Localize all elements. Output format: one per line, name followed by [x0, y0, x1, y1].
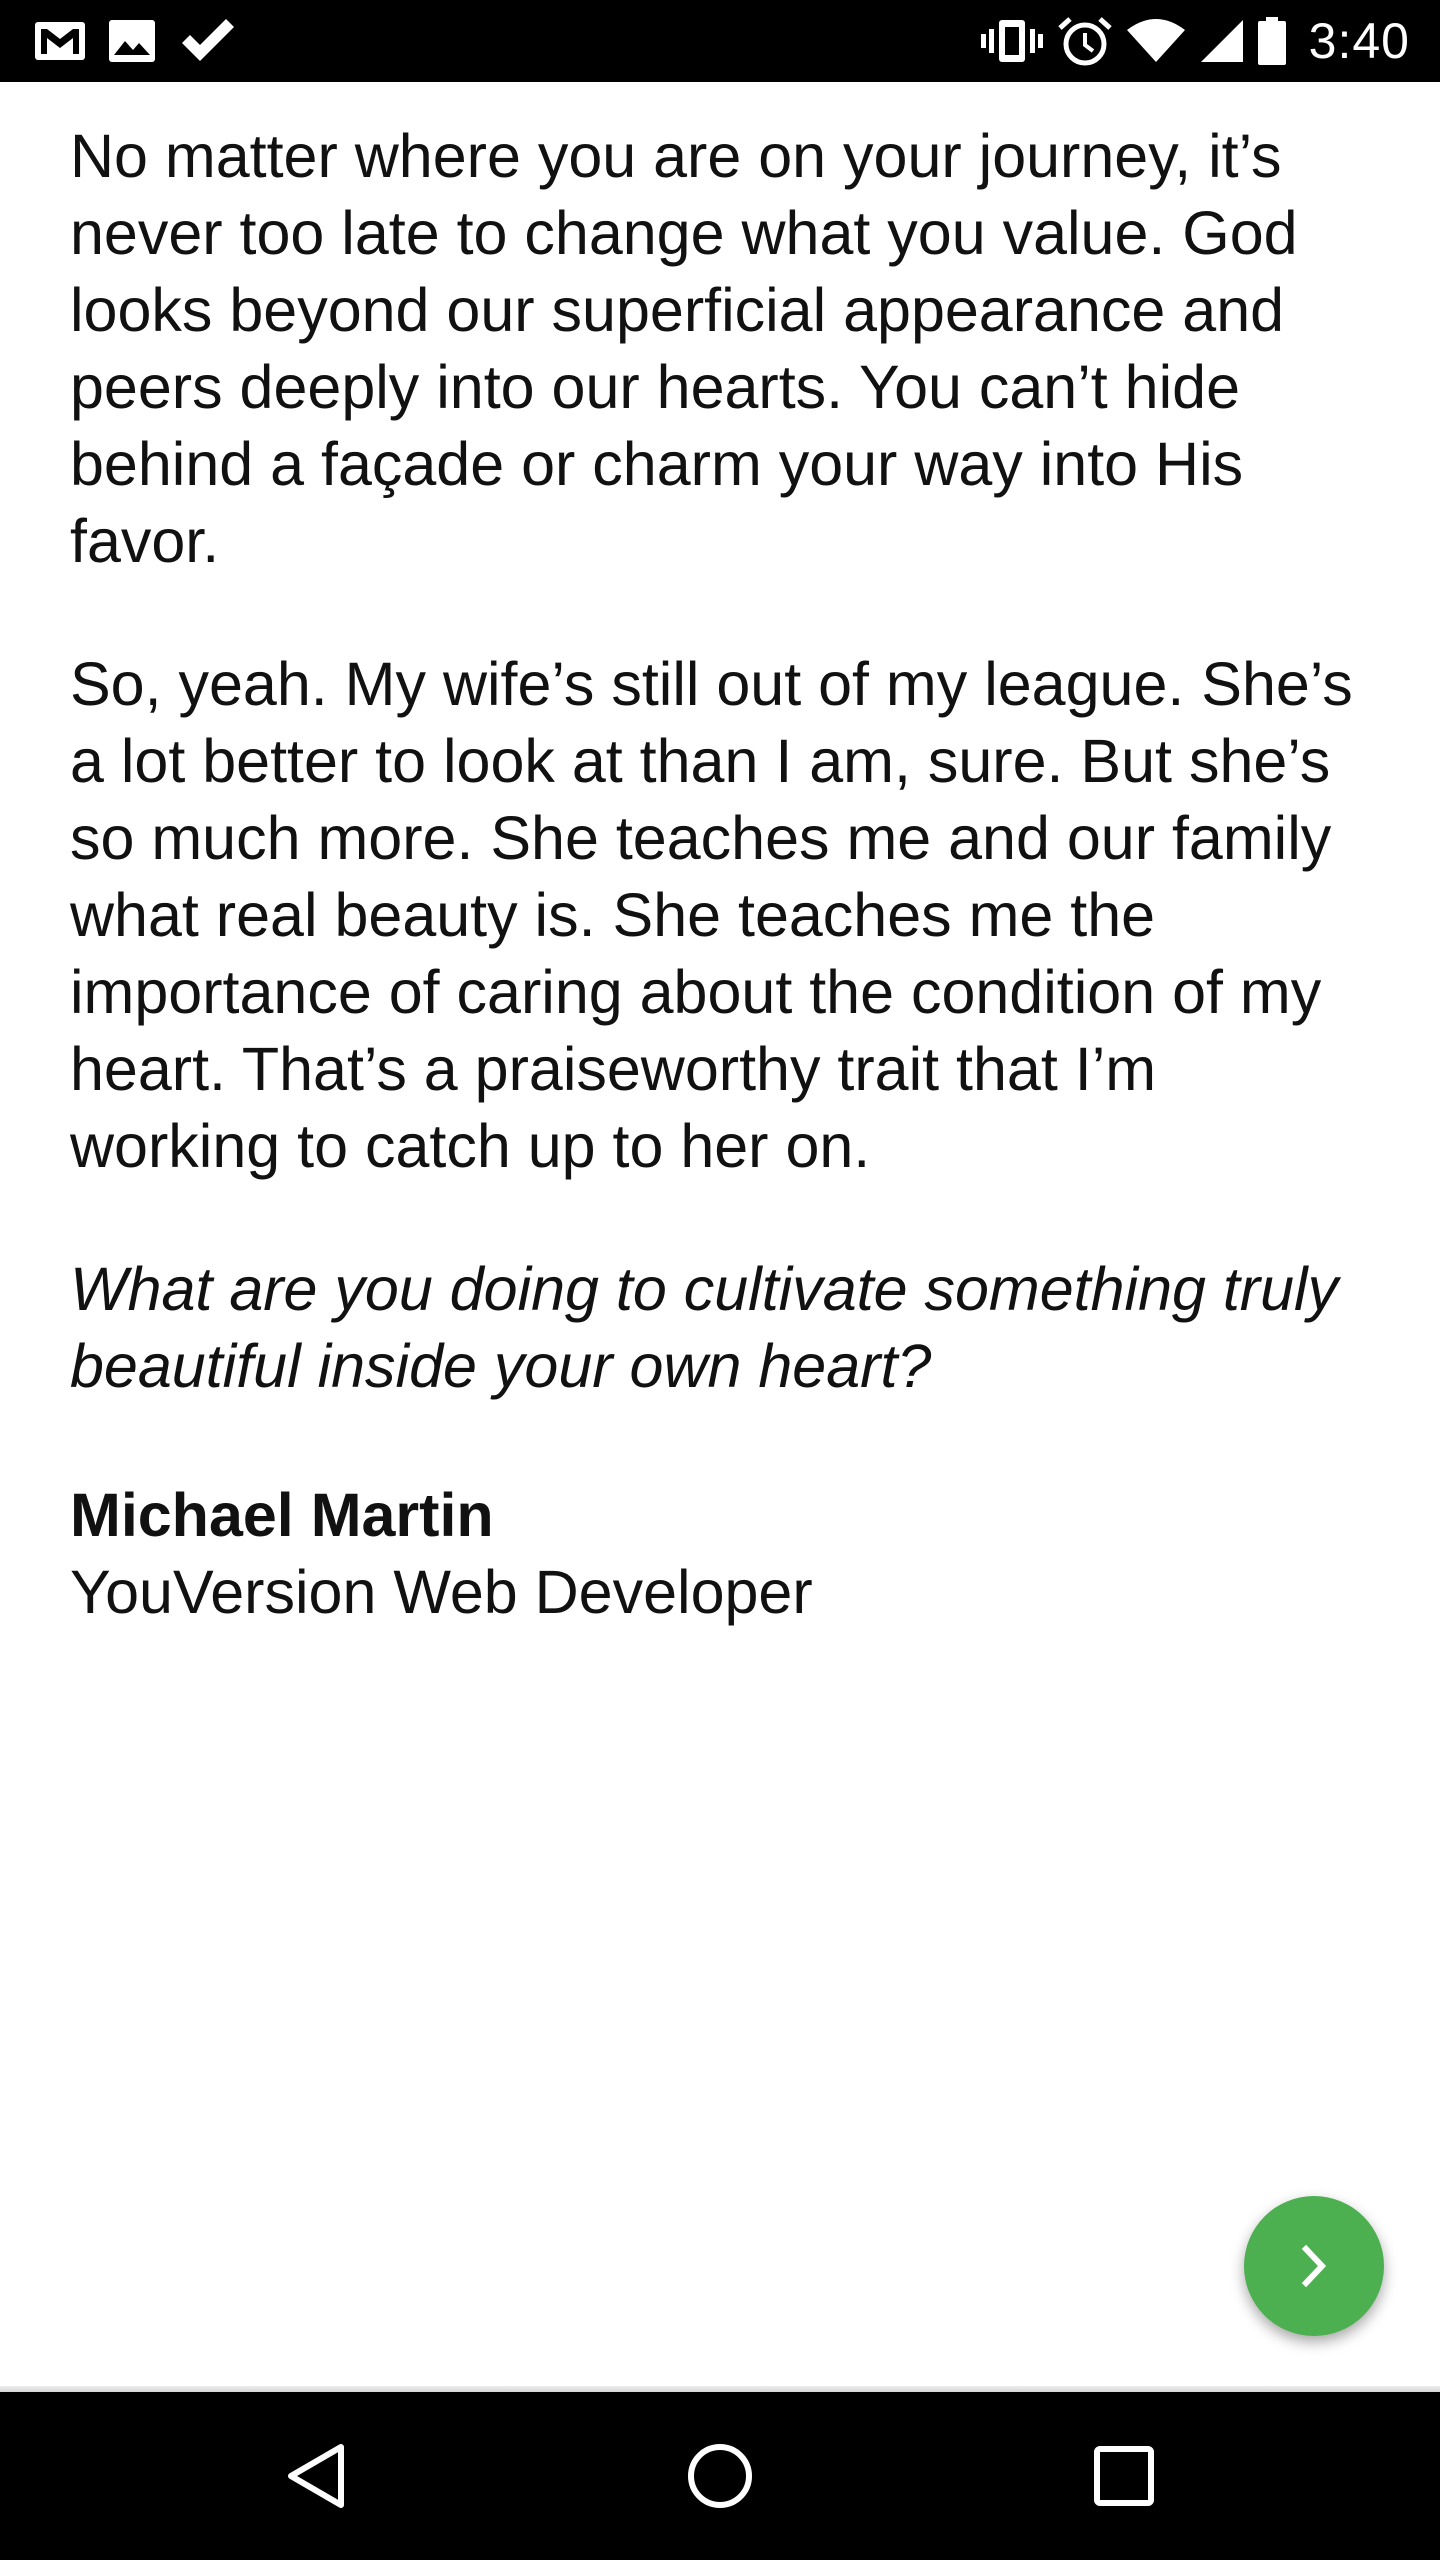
wifi-icon: [1125, 18, 1187, 64]
check-icon: [178, 17, 238, 65]
home-button[interactable]: [670, 2426, 770, 2526]
home-icon: [685, 2441, 755, 2511]
chevron-right-icon: [1294, 2241, 1334, 2291]
alarm-icon: [1057, 15, 1113, 67]
notification-icons: [34, 14, 238, 68]
paragraph-2: So, yeah. My wife’s still out of my leag…: [70, 650, 1353, 1180]
back-icon: [285, 2442, 347, 2510]
paragraph-1: No matter where you are on your journey,…: [70, 122, 1298, 575]
system-icons: 3:40: [979, 13, 1410, 69]
vibrate-icon: [979, 17, 1045, 65]
status-bar: 3:40: [0, 0, 1440, 82]
gmail-icon: [34, 21, 86, 61]
signal-icon: [1199, 18, 1245, 64]
devotional-content: No matter where you are on your journey,…: [70, 118, 1380, 1631]
clock: 3:40: [1308, 13, 1410, 69]
reflection-question: What are you doing to cultivate somethin…: [70, 1255, 1339, 1400]
recents-button[interactable]: [1074, 2426, 1174, 2526]
next-page-button[interactable]: [1244, 2196, 1384, 2336]
author-name: Michael Martin: [70, 1481, 494, 1549]
author-block: Michael Martin YouVersion Web Developer: [70, 1477, 1380, 1631]
image-icon: [108, 19, 156, 63]
battery-icon: [1257, 16, 1287, 66]
author-role: YouVersion Web Developer: [70, 1558, 813, 1626]
recents-icon: [1093, 2445, 1155, 2507]
navigation-bar: [0, 2392, 1440, 2560]
back-button[interactable]: [266, 2426, 366, 2526]
